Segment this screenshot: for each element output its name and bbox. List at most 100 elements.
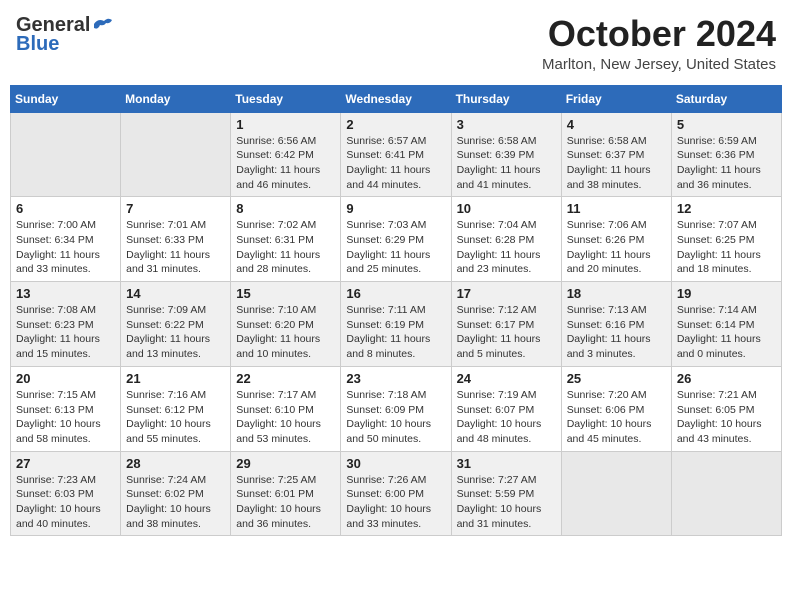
day-number: 16 [346,286,445,301]
day-number: 26 [677,371,776,386]
weekday-header: Tuesday [231,85,341,112]
page-header: General Blue October 2024 Marlton, New J… [10,10,782,77]
calendar-table: SundayMondayTuesdayWednesdayThursdayFrid… [10,85,782,537]
calendar-cell: 15 Sunrise: 7:10 AM Sunset: 6:20 PM Dayli… [231,282,341,367]
day-number: 28 [126,456,225,471]
weekday-header: Wednesday [341,85,451,112]
calendar-cell: 8Sunrise: 7:02 AM Sunset: 6:31 PM Daylig… [231,197,341,282]
day-number: 23 [346,371,445,386]
weekday-header: Sunday [11,85,121,112]
day-number: 27 [16,456,115,471]
calendar-cell: 22 Sunrise: 7:17 AM Sunset: 6:10 PM Dayli… [231,366,341,451]
day-info: Sunrise: 7:19 AM Sunset: 6:07 PM Dayligh… [457,388,556,447]
calendar-cell: 14 Sunrise: 7:09 AM Sunset: 6:22 PM Dayli… [121,282,231,367]
day-info: Sunrise: 7:25 AM Sunset: 6:01 PM Dayligh… [236,473,335,532]
day-number: 31 [457,456,556,471]
calendar-cell [121,112,231,197]
calendar-cell: 25 Sunrise: 7:20 AM Sunset: 6:06 PM Dayli… [561,366,671,451]
day-number: 30 [346,456,445,471]
day-info: Sunrise: 7:16 AM Sunset: 6:12 PM Dayligh… [126,388,225,447]
day-number: 25 [567,371,666,386]
calendar-cell: 5Sunrise: 6:59 AM Sunset: 6:36 PM Daylig… [671,112,781,197]
day-info: Sunrise: 7:13 AM Sunset: 6:16 PM Dayligh… [567,303,666,362]
day-info: Sunrise: 7:10 AM Sunset: 6:20 PM Dayligh… [236,303,335,362]
day-number: 24 [457,371,556,386]
day-info: Sunrise: 7:02 AM Sunset: 6:31 PM Dayligh… [236,218,335,277]
day-number: 9 [346,201,445,216]
calendar-cell: 13 Sunrise: 7:08 AM Sunset: 6:23 PM Dayli… [11,282,121,367]
day-number: 10 [457,201,556,216]
day-info: Sunrise: 7:03 AM Sunset: 6:29 PM Dayligh… [346,218,445,277]
day-info: Sunrise: 6:56 AM Sunset: 6:42 PM Dayligh… [236,134,335,193]
day-number: 29 [236,456,335,471]
calendar-cell: 19Sunrise: 7:14 AM Sunset: 6:14 PM Dayli… [671,282,781,367]
logo-bird-icon [92,16,114,34]
calendar-week-row: 1 Sunrise: 6:56 AM Sunset: 6:42 PM Daylig… [11,112,782,197]
day-number: 2 [346,117,445,132]
weekday-header: Thursday [451,85,561,112]
calendar-cell: 28 Sunrise: 7:24 AM Sunset: 6:02 PM Dayli… [121,451,231,536]
calendar-cell: 4 Sunrise: 6:58 AM Sunset: 6:37 PM Daylig… [561,112,671,197]
calendar-cell: 23 Sunrise: 7:18 AM Sunset: 6:09 PM Dayli… [341,366,451,451]
weekday-header: Monday [121,85,231,112]
calendar-cell: 31 Sunrise: 7:27 AM Sunset: 5:59 PM Dayli… [451,451,561,536]
day-number: 22 [236,371,335,386]
calendar-cell: 18 Sunrise: 7:13 AM Sunset: 6:16 PM Dayli… [561,282,671,367]
day-number: 14 [126,286,225,301]
logo: General Blue [16,14,114,56]
calendar-cell: 7Sunrise: 7:01 AM Sunset: 6:33 PM Daylig… [121,197,231,282]
calendar-cell: 10 Sunrise: 7:04 AM Sunset: 6:28 PM Dayli… [451,197,561,282]
day-number: 19 [677,286,776,301]
calendar-week-row: 6Sunrise: 7:00 AM Sunset: 6:34 PM Daylig… [11,197,782,282]
day-info: Sunrise: 7:08 AM Sunset: 6:23 PM Dayligh… [16,303,115,362]
calendar-cell: 1 Sunrise: 6:56 AM Sunset: 6:42 PM Daylig… [231,112,341,197]
day-info: Sunrise: 7:09 AM Sunset: 6:22 PM Dayligh… [126,303,225,362]
calendar-cell: 26 Sunrise: 7:21 AM Sunset: 6:05 PM Dayli… [671,366,781,451]
day-info: Sunrise: 7:01 AM Sunset: 6:33 PM Dayligh… [126,218,225,277]
day-info: Sunrise: 7:17 AM Sunset: 6:10 PM Dayligh… [236,388,335,447]
title-block: October 2024 Marlton, New Jersey, United… [542,14,776,73]
day-info: Sunrise: 7:11 AM Sunset: 6:19 PM Dayligh… [346,303,445,362]
day-number: 13 [16,286,115,301]
day-info: Sunrise: 7:04 AM Sunset: 6:28 PM Dayligh… [457,218,556,277]
calendar-cell: 2Sunrise: 6:57 AM Sunset: 6:41 PM Daylig… [341,112,451,197]
day-info: Sunrise: 7:15 AM Sunset: 6:13 PM Dayligh… [16,388,115,447]
day-number: 1 [236,117,335,132]
day-info: Sunrise: 7:12 AM Sunset: 6:17 PM Dayligh… [457,303,556,362]
day-number: 11 [567,201,666,216]
day-info: Sunrise: 6:58 AM Sunset: 6:37 PM Dayligh… [567,134,666,193]
calendar-week-row: 27 Sunrise: 7:23 AM Sunset: 6:03 PM Dayli… [11,451,782,536]
calendar-cell: 12Sunrise: 7:07 AM Sunset: 6:25 PM Dayli… [671,197,781,282]
day-number: 18 [567,286,666,301]
day-number: 17 [457,286,556,301]
day-info: Sunrise: 7:27 AM Sunset: 5:59 PM Dayligh… [457,473,556,532]
day-info: Sunrise: 7:26 AM Sunset: 6:00 PM Dayligh… [346,473,445,532]
day-number: 3 [457,117,556,132]
calendar-cell: 21Sunrise: 7:16 AM Sunset: 6:12 PM Dayli… [121,366,231,451]
day-number: 4 [567,117,666,132]
calendar-week-row: 20Sunrise: 7:15 AM Sunset: 6:13 PM Dayli… [11,366,782,451]
day-info: Sunrise: 7:21 AM Sunset: 6:05 PM Dayligh… [677,388,776,447]
day-info: Sunrise: 7:20 AM Sunset: 6:06 PM Dayligh… [567,388,666,447]
day-info: Sunrise: 7:23 AM Sunset: 6:03 PM Dayligh… [16,473,115,532]
calendar-header-row: SundayMondayTuesdayWednesdayThursdayFrid… [11,85,782,112]
day-info: Sunrise: 7:06 AM Sunset: 6:26 PM Dayligh… [567,218,666,277]
calendar-cell: 16 Sunrise: 7:11 AM Sunset: 6:19 PM Dayli… [341,282,451,367]
calendar-cell: 20Sunrise: 7:15 AM Sunset: 6:13 PM Dayli… [11,366,121,451]
day-info: Sunrise: 6:58 AM Sunset: 6:39 PM Dayligh… [457,134,556,193]
calendar-cell: 30 Sunrise: 7:26 AM Sunset: 6:00 PM Dayli… [341,451,451,536]
calendar-cell: 29 Sunrise: 7:25 AM Sunset: 6:01 PM Dayli… [231,451,341,536]
calendar-cell: 17 Sunrise: 7:12 AM Sunset: 6:17 PM Dayli… [451,282,561,367]
day-info: Sunrise: 7:18 AM Sunset: 6:09 PM Dayligh… [346,388,445,447]
calendar-cell [11,112,121,197]
calendar-week-row: 13 Sunrise: 7:08 AM Sunset: 6:23 PM Dayli… [11,282,782,367]
day-info: Sunrise: 7:24 AM Sunset: 6:02 PM Dayligh… [126,473,225,532]
month-title: October 2024 [542,14,776,54]
logo-blue-text: Blue [16,33,59,56]
calendar-cell: 24 Sunrise: 7:19 AM Sunset: 6:07 PM Dayli… [451,366,561,451]
calendar-cell: 9 Sunrise: 7:03 AM Sunset: 6:29 PM Daylig… [341,197,451,282]
calendar-cell: 6Sunrise: 7:00 AM Sunset: 6:34 PM Daylig… [11,197,121,282]
day-info: Sunrise: 7:07 AM Sunset: 6:25 PM Dayligh… [677,218,776,277]
day-number: 15 [236,286,335,301]
calendar-cell [561,451,671,536]
